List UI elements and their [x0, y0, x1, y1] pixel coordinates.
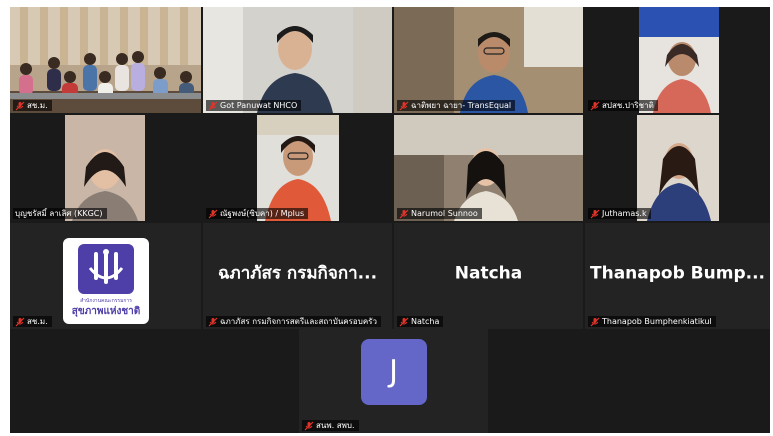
participant-nameplate: สนพ. สพบ.: [302, 420, 359, 431]
participant-nameplate: Natcha: [397, 316, 444, 327]
participant-tile[interactable]: ณัฐพงษ์(ซิบคา) / Mplus: [203, 115, 392, 221]
participant-name: สช.ม.: [27, 101, 48, 110]
muted-mic-icon: [590, 101, 600, 110]
participant-nameplate: Juthamas.k: [588, 208, 651, 219]
participant-display-name: Natcha: [454, 263, 523, 284]
participant-name: บุญชรัสมิ์ ลาเลิศ (KKGC): [15, 209, 103, 218]
participant-tile[interactable]: ฉภาภัสร กรมกิจกา... ฉภาภัสร กรมกิจการสตร…: [203, 223, 392, 329]
participant-video: [394, 7, 583, 113]
participant-video: [394, 115, 583, 221]
participant-name: Natcha: [411, 317, 440, 326]
participant-tile[interactable]: Thanapob Bump... Thanapob Bumphenkiatiku…: [585, 223, 770, 329]
logo-mark-icon: [78, 244, 134, 294]
participant-nameplate: บุญชรัสมิ์ ลาเลิศ (KKGC): [13, 208, 107, 219]
muted-mic-icon: [590, 209, 600, 218]
participant-tile[interactable]: Got Panuwat NHCO: [203, 7, 392, 113]
participant-name: Narumol Sunnoo: [411, 209, 478, 218]
muted-mic-icon: [15, 317, 25, 326]
participant-nameplate: สปสช.ปาริชาติ: [588, 100, 658, 111]
muted-mic-icon: [208, 317, 218, 326]
participant-name: สช.ม.: [27, 317, 48, 326]
participant-tile[interactable]: สช.ม.: [10, 7, 201, 113]
participant-video: [203, 7, 392, 113]
participant-video: [10, 7, 201, 113]
participant-video: [203, 115, 392, 221]
participant-tile[interactable]: J สนพ. สพบ.: [299, 329, 488, 433]
participant-name: ณัฐพงษ์(ซิบคา) / Mplus: [220, 209, 305, 218]
muted-mic-icon: [590, 317, 600, 326]
participant-video: [10, 115, 201, 221]
muted-mic-icon: [208, 209, 218, 218]
participant-nameplate: ณัฐพงษ์(ซิบคา) / Mplus: [206, 208, 309, 219]
meeting-gallery: สช.ม. Got Panuwat NHCO ฉาติพยา ฉายา- Tra…: [10, 7, 770, 433]
participant-name: ฉภาภัสร กรมกิจการสตรีและสถาบันครอบครัว: [220, 317, 377, 326]
muted-mic-icon: [208, 101, 218, 110]
participant-nameplate: สช.ม.: [13, 100, 52, 111]
participant-avatar: J: [360, 339, 427, 405]
muted-mic-icon: [15, 101, 25, 110]
participant-nameplate: Narumol Sunnoo: [397, 208, 482, 219]
muted-mic-icon: [399, 317, 409, 326]
participant-name: ฉาติพยา ฉายา- TransEqual: [411, 101, 512, 110]
participant-nameplate: ฉาติพยา ฉายา- TransEqual: [397, 100, 516, 111]
muted-mic-icon: [399, 209, 409, 218]
participant-tile[interactable]: Narumol Sunnoo: [394, 115, 583, 221]
participant-display-name: ฉภาภัสร กรมกิจกา...: [217, 263, 378, 284]
muted-mic-icon: [304, 421, 314, 430]
participant-tile[interactable]: สปสช.ปาริชาติ: [585, 7, 770, 113]
logo-text: สุขภาพแห่งชาติ: [71, 306, 141, 317]
participant-video: [585, 7, 770, 113]
participant-name: สปสช.ปาริชาติ: [602, 101, 654, 110]
participant-tile[interactable]: บุญชรัสมิ์ ลาเลิศ (KKGC): [10, 115, 201, 221]
participant-tile[interactable]: Natcha Natcha: [394, 223, 583, 329]
participant-tile[interactable]: สำนักงานคณะกรรมการ สุขภาพแห่งชาติ สช.ม.: [10, 223, 201, 329]
organization-logo: สำนักงานคณะกรรมการ สุขภาพแห่งชาติ: [63, 238, 149, 324]
participant-nameplate: สช.ม.: [13, 316, 52, 327]
participant-video: [585, 115, 770, 221]
participant-nameplate: ฉภาภัสร กรมกิจการสตรีและสถาบันครอบครัว: [206, 316, 381, 327]
participant-name: Thanapob Bumphenkiatikul: [602, 317, 712, 326]
participant-tile[interactable]: Juthamas.k: [585, 115, 770, 221]
participant-name: สนพ. สพบ.: [316, 421, 355, 430]
participant-name: Got Panuwat NHCO: [220, 101, 298, 110]
muted-mic-icon: [399, 101, 409, 110]
participant-nameplate: Thanapob Bumphenkiatikul: [588, 316, 716, 327]
participant-name: Juthamas.k: [602, 209, 647, 218]
participant-display-name: Thanapob Bump...: [590, 263, 765, 284]
participant-nameplate: Got Panuwat NHCO: [206, 100, 302, 111]
participant-tile[interactable]: ฉาติพยา ฉายา- TransEqual: [394, 7, 583, 113]
